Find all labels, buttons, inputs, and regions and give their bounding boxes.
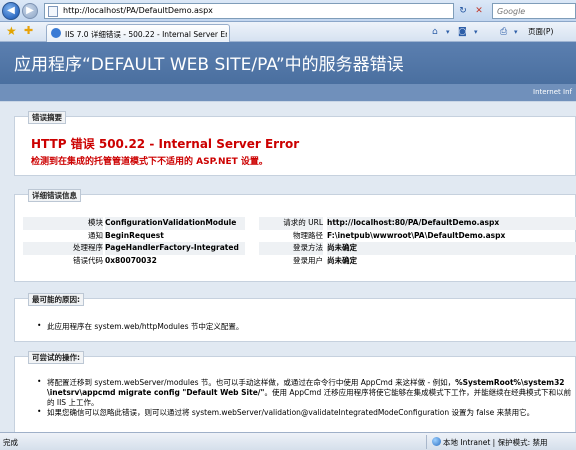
detail-right-values: http://localhost:80/PA/DefaultDemo.aspx …: [327, 217, 576, 267]
causes-panel: 最可能的原因: 此应用程序在 system.web/httpModules 节中…: [14, 293, 576, 342]
cause-item: 此应用程序在 system.web/httpModules 节中定义配置。: [37, 321, 243, 332]
ie-icon: [51, 28, 61, 38]
detail-key: 错误代码: [73, 255, 103, 265]
page-header: 应用程序“DEFAULT WEB SITE/PA”中的服务器错误: [0, 42, 576, 84]
detail-key: 登录用户: [293, 255, 323, 265]
chevron-down-icon[interactable]: ▾: [474, 26, 478, 38]
home-icon[interactable]: ⌂: [432, 26, 438, 38]
detail-value: ConfigurationValidationModule: [105, 218, 237, 227]
chevron-down-icon[interactable]: ▾: [514, 26, 518, 38]
print-icon[interactable]: ⎙: [500, 26, 507, 38]
detail-value: 0x80070032: [105, 255, 157, 265]
detail-left-values: ConfigurationValidationModule BeginReque…: [105, 217, 245, 267]
detail-value: 尚未确定: [327, 243, 357, 252]
error-subtitle: 检测到在集成的托管管道模式下不适用的 ASP.NET 设置。: [31, 157, 268, 167]
tab-bar: ★ ✚ IIS 7.0 详细错误 - 500.22 - Internal Ser…: [0, 22, 576, 42]
page-icon: [48, 6, 58, 17]
status-text: 完成: [3, 438, 18, 447]
detail-right-keys: 请求的 URL 物理路径 登录方法 登录用户: [259, 217, 323, 267]
detail-value: 尚未确定: [327, 255, 357, 265]
causes-legend: 最可能的原因:: [28, 293, 84, 306]
security-zone[interactable]: 本地 Intranet | 保护模式: 禁用: [432, 437, 547, 448]
detail-value: F:\inetpub\wwwroot\PA\DefaultDemo.aspx: [327, 230, 506, 240]
address-bar[interactable]: http://localhost/PA/DefaultDemo.aspx: [44, 3, 454, 19]
detail-key: 登录方法: [293, 243, 323, 252]
actions-legend: 可尝试的操作:: [28, 351, 84, 364]
search-input[interactable]: [493, 4, 575, 18]
detail-value: http://localhost:80/PA/DefaultDemo.aspx: [327, 218, 500, 227]
action-text-bold: %SystemRoot%\system32: [455, 378, 565, 387]
error-summary-panel: 错误摘要 HTTP 错误 500.22 - Internal Server Er…: [14, 111, 576, 176]
detail-key: 通知: [88, 230, 103, 240]
action-item: 如果您确信可以忽略此错误，则可以通过将 system.webServer/val…: [37, 407, 534, 418]
favorites-star-icon[interactable]: ★: [6, 24, 17, 38]
detail-left-keys: 模块 通知 处理程序 错误代码: [23, 217, 103, 267]
header-right-text: Internet Inf: [533, 88, 572, 96]
actions-panel: 可尝试的操作: 将配置迁移到 system.webServer/modules …: [14, 351, 576, 432]
error-detail-legend: 详细错误信息: [28, 189, 81, 202]
security-zone-text: 本地 Intranet | 保护模式: 禁用: [443, 438, 548, 447]
tab-iis-error[interactable]: IIS 7.0 详细错误 - 500.22 - Internal Server …: [46, 24, 230, 42]
refresh-icon[interactable]: ↻: [456, 4, 470, 18]
action-text: 。使用 AppCmd 迁移应用程序将使它能够在集成模式下工作，并能继续在经典模式…: [264, 388, 572, 397]
chevron-down-icon[interactable]: ▾: [446, 26, 450, 38]
back-button[interactable]: ◀: [2, 2, 20, 20]
detail-value: BeginRequest: [105, 230, 164, 240]
page-menu[interactable]: 页面(P): [528, 26, 553, 38]
address-url[interactable]: http://localhost/PA/DefaultDemo.aspx: [63, 6, 213, 15]
action-text: 将配置迁移到 system.webServer/modules 节。也可以手动这…: [47, 378, 456, 387]
detail-key: 请求的 URL: [283, 218, 323, 227]
action-text-bold: \inetsrv\appcmd migrate config "Default …: [47, 388, 265, 397]
address-toolbar: ◀ ▶ http://localhost/PA/DefaultDemo.aspx…: [0, 0, 576, 22]
status-bar: 完成 本地 Intranet | 保护模式: 禁用: [0, 432, 576, 450]
tab-label: IIS 7.0 详细错误 - 500.22 - Internal Server …: [65, 30, 227, 39]
add-favorite-icon[interactable]: ✚: [24, 24, 33, 38]
page-content: 应用程序“DEFAULT WEB SITE/PA”中的服务器错误 Interne…: [0, 42, 576, 432]
error-detail-panel: 详细错误信息 模块 通知 处理程序 错误代码 ConfigurationVali…: [14, 189, 576, 282]
stop-icon[interactable]: ✕: [472, 4, 486, 18]
globe-icon: [432, 437, 441, 446]
feeds-icon[interactable]: ◙: [458, 26, 467, 38]
detail-value: PageHandlerFactory-Integrated: [105, 243, 239, 252]
header-subbar: Internet Inf: [0, 84, 576, 102]
detail-key: 物理路径: [293, 230, 323, 240]
detail-key: 处理程序: [73, 243, 103, 252]
error-title: HTTP 错误 500.22 - Internal Server Error: [31, 137, 300, 151]
status-divider: [426, 435, 427, 449]
action-line: \inetsrv\appcmd migrate config "Default …: [47, 387, 571, 398]
forward-button[interactable]: ▶: [22, 3, 38, 19]
page-title: 应用程序“DEFAULT WEB SITE/PA”中的服务器错误: [14, 55, 404, 75]
search-box[interactable]: [492, 3, 576, 19]
detail-key: 模块: [88, 218, 103, 227]
error-summary-legend: 错误摘要: [28, 111, 66, 124]
